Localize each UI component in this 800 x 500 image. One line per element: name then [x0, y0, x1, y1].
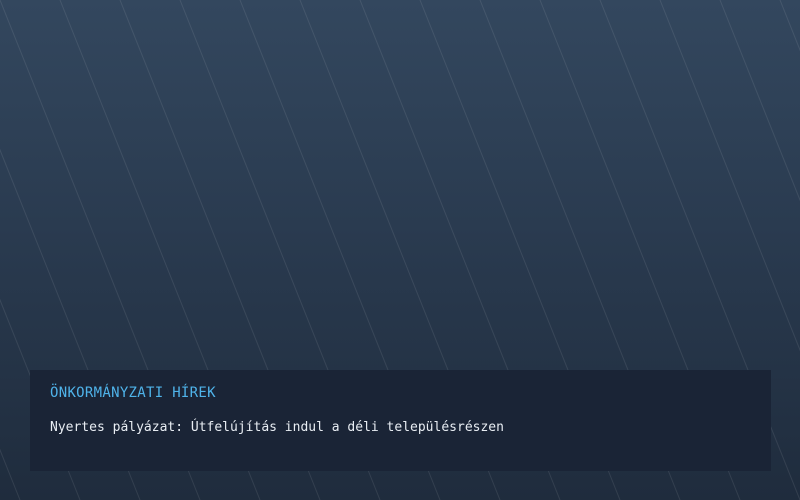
news-heading: ÖNKORMÁNYZATI HÍREK: [50, 385, 216, 401]
news-screen: ÖNKORMÁNYZATI HÍREK Nyertes pályázat: Út…: [0, 0, 800, 500]
news-panel: ÖNKORMÁNYZATI HÍREK Nyertes pályázat: Út…: [30, 370, 771, 471]
news-headline: Nyertes pályázat: Útfelújítás indul a dé…: [50, 420, 504, 435]
